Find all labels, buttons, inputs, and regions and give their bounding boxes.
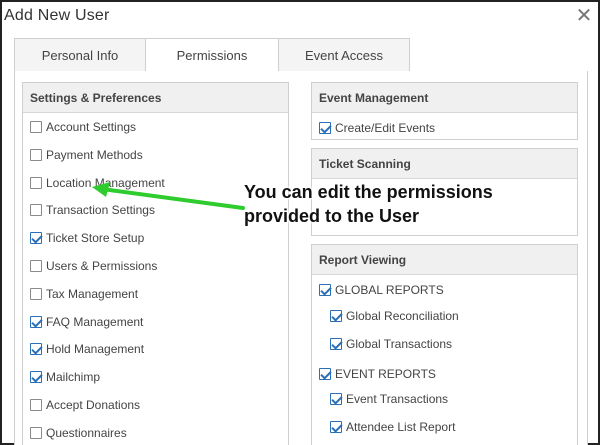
checkbox-label: Account Settings	[46, 120, 137, 134]
checkbox[interactable]	[30, 399, 42, 411]
checkbox[interactable]	[30, 232, 42, 245]
settings-panel-heading: Settings & Preferences	[23, 83, 288, 113]
checkbox-label: Ticket Store Setup	[46, 231, 145, 246]
event-management-heading: Event Management	[312, 83, 577, 113]
dialog-title: Add New User	[4, 7, 110, 24]
checkbox-label: Mailchimp	[46, 370, 101, 385]
checkbox[interactable]	[30, 371, 42, 384]
checkbox[interactable]	[30, 315, 42, 328]
checkbox[interactable]	[30, 148, 42, 161]
annotation-text: You can edit the permissions provided to…	[244, 180, 564, 228]
tab-permissions[interactable]: Permissions	[145, 38, 279, 73]
event-management-panel: Event Management Create/Edit Events	[311, 82, 578, 140]
tab-personal-info[interactable]: Personal Info	[14, 38, 146, 72]
report-viewing-panel: Report Viewing GLOBAL REPORTS Global Reco…	[311, 244, 578, 445]
checkbox[interactable]	[30, 176, 42, 189]
checkbox-label: Accept Donations	[46, 398, 141, 412]
checkbox[interactable]	[330, 338, 342, 350]
tab-bar: Personal Info Permissions Event Access	[14, 38, 588, 73]
close-icon[interactable]: ✕	[574, 6, 594, 26]
checkbox-label: FAQ Management	[46, 314, 144, 329]
checkbox-label: GLOBAL REPORTS	[335, 283, 444, 297]
checkbox-label: Attendee List Report	[346, 420, 456, 434]
report-viewing-heading: Report Viewing	[312, 245, 577, 275]
checkbox-label: Tax Management	[46, 286, 139, 301]
checkbox[interactable]	[319, 368, 331, 380]
checkbox-label: Create/Edit Events	[335, 121, 436, 135]
checkbox-label: Payment Methods	[46, 147, 143, 162]
ticket-scanning-heading: Ticket Scanning	[312, 149, 577, 179]
checkbox-label: Global Reconciliation	[346, 309, 459, 323]
checkbox-label: Users & Permissions	[46, 259, 158, 273]
settings-panel: Settings & Preferences Account Settings P…	[22, 82, 289, 445]
checkbox[interactable]	[30, 426, 42, 439]
checkbox[interactable]	[30, 204, 42, 217]
annotation-line-2: provided to the User	[244, 206, 420, 226]
tab-event-access[interactable]: Event Access	[278, 38, 410, 72]
annotation-line-1: You can edit the permissions	[244, 182, 493, 202]
checkbox[interactable]	[30, 287, 42, 300]
checkbox-label: Event Transactions	[346, 392, 449, 406]
checkbox[interactable]	[330, 310, 342, 322]
checkbox[interactable]	[319, 284, 331, 296]
checkbox[interactable]	[330, 421, 342, 433]
checkbox[interactable]	[319, 122, 331, 134]
checkbox[interactable]	[30, 343, 42, 356]
checkbox[interactable]	[30, 121, 42, 133]
checkbox-label: EVENT REPORTS	[335, 367, 436, 381]
annotation-arrow	[92, 182, 245, 210]
checkbox[interactable]	[330, 393, 342, 405]
checkbox[interactable]	[30, 260, 42, 272]
checkbox-label: Hold Management	[46, 342, 145, 357]
checkbox-label: Global Transactions	[346, 337, 453, 351]
checkbox-label: Questionnaires	[46, 425, 127, 440]
